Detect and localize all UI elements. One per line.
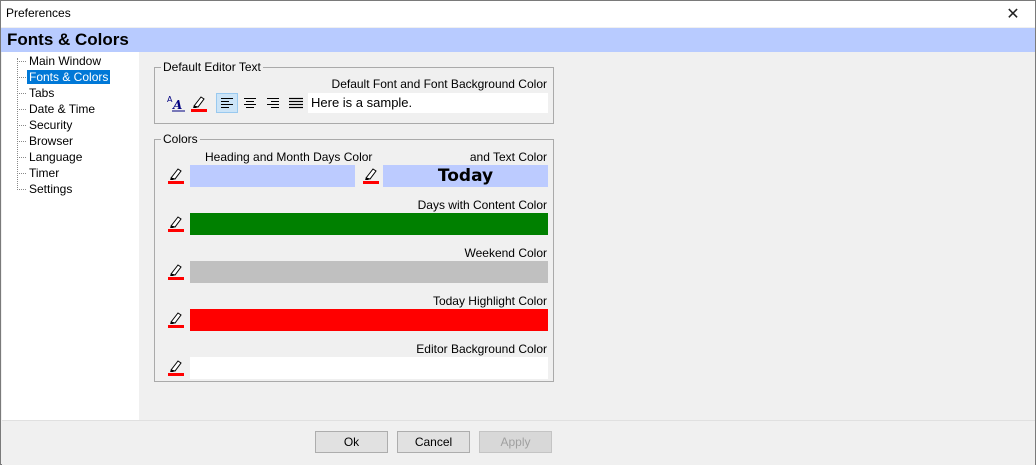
- today-highlight-label: Today Highlight Color: [432, 294, 547, 308]
- window-title: Preferences: [6, 6, 71, 20]
- highlighter-icon[interactable]: [361, 165, 381, 185]
- title-bar: Preferences ✕: [1, 1, 1035, 27]
- sidebar-item-language[interactable]: Language: [16, 150, 84, 165]
- sidebar-item-timer[interactable]: Timer: [16, 166, 61, 181]
- dialog-footer: Ok Cancel Apply: [2, 420, 1035, 465]
- page-header: Fonts & Colors: [1, 28, 1035, 52]
- ok-button[interactable]: Ok: [315, 431, 388, 453]
- align-justify-icon[interactable]: [285, 93, 307, 113]
- highlighter-icon[interactable]: [166, 309, 186, 329]
- sidebar-item-label: Settings: [29, 182, 73, 196]
- cancel-button[interactable]: Cancel: [397, 431, 470, 453]
- close-icon[interactable]: ✕: [991, 1, 1035, 27]
- sidebar-item-label: Tabs: [29, 86, 55, 100]
- highlighter-icon[interactable]: [166, 357, 186, 377]
- sidebar-item-label: Language: [29, 150, 83, 164]
- today-highlight-color-swatch[interactable]: [190, 309, 548, 331]
- align-right-icon[interactable]: [262, 93, 284, 113]
- editor-bg-color-swatch[interactable]: [190, 357, 548, 379]
- highlighter-icon[interactable]: [188, 93, 210, 113]
- align-left-icon[interactable]: [216, 93, 238, 113]
- align-center-icon[interactable]: [239, 93, 261, 113]
- sidebar-item-label: Main Window: [29, 54, 102, 68]
- today-label: Today: [437, 166, 494, 186]
- sidebar-item-label: Timer: [29, 166, 60, 180]
- page-title: Fonts & Colors: [7, 30, 129, 49]
- font-icon[interactable]: A A: [165, 93, 187, 113]
- sidebar-item-label: Fonts & Colors: [27, 70, 111, 84]
- sidebar-item-security[interactable]: Security: [16, 118, 74, 133]
- sidebar-item-main-window[interactable]: Main Window: [16, 54, 103, 69]
- apply-button[interactable]: Apply: [479, 431, 552, 453]
- default-font-label: Default Font and Font Background Color: [331, 77, 547, 91]
- sidebar-item-label: Browser: [29, 134, 74, 148]
- svg-text:A: A: [172, 98, 182, 112]
- heading-color-label: Heading and Month Days Color: [205, 150, 373, 164]
- editor-text-group: Default Editor Text Default Font and Fon…: [154, 60, 554, 124]
- colors-group-label: Colors: [161, 132, 200, 146]
- sidebar-item-tabs[interactable]: Tabs: [16, 86, 56, 101]
- sidebar-tree: Main Window Fonts & Colors Tabs Date & T…: [2, 52, 139, 420]
- highlighter-icon[interactable]: [166, 213, 186, 233]
- sidebar-item-label: Security: [29, 118, 73, 132]
- weekend-color-swatch[interactable]: [190, 261, 548, 283]
- sidebar-item-label: Date & Time: [29, 102, 96, 116]
- editor-text-group-label: Default Editor Text: [161, 60, 263, 74]
- sidebar-item-fonts-colors[interactable]: Fonts & Colors: [16, 70, 111, 85]
- sidebar-item-date-time[interactable]: Date & Time: [16, 102, 97, 117]
- heading-color-swatch[interactable]: [190, 165, 355, 187]
- days-content-label: Days with Content Color: [417, 198, 547, 212]
- colors-group: Colors Heading and Month Days Color and …: [154, 132, 554, 382]
- preferences-window: Preferences ✕ Fonts & Colors Main Window…: [0, 0, 1036, 465]
- editor-bg-label: Editor Background Color: [416, 342, 547, 356]
- sidebar-item-settings[interactable]: Settings: [16, 182, 74, 197]
- today-text-color-preview[interactable]: Today: [383, 165, 548, 187]
- highlighter-icon[interactable]: [166, 261, 186, 281]
- sidebar-item-browser[interactable]: Browser: [16, 134, 75, 149]
- days-content-color-swatch[interactable]: [190, 213, 548, 235]
- highlighter-icon[interactable]: [166, 165, 186, 185]
- weekend-label: Weekend Color: [464, 246, 548, 260]
- text-color-label: and Text Color: [469, 150, 547, 164]
- font-sample-text[interactable]: Here is a sample.: [308, 93, 548, 113]
